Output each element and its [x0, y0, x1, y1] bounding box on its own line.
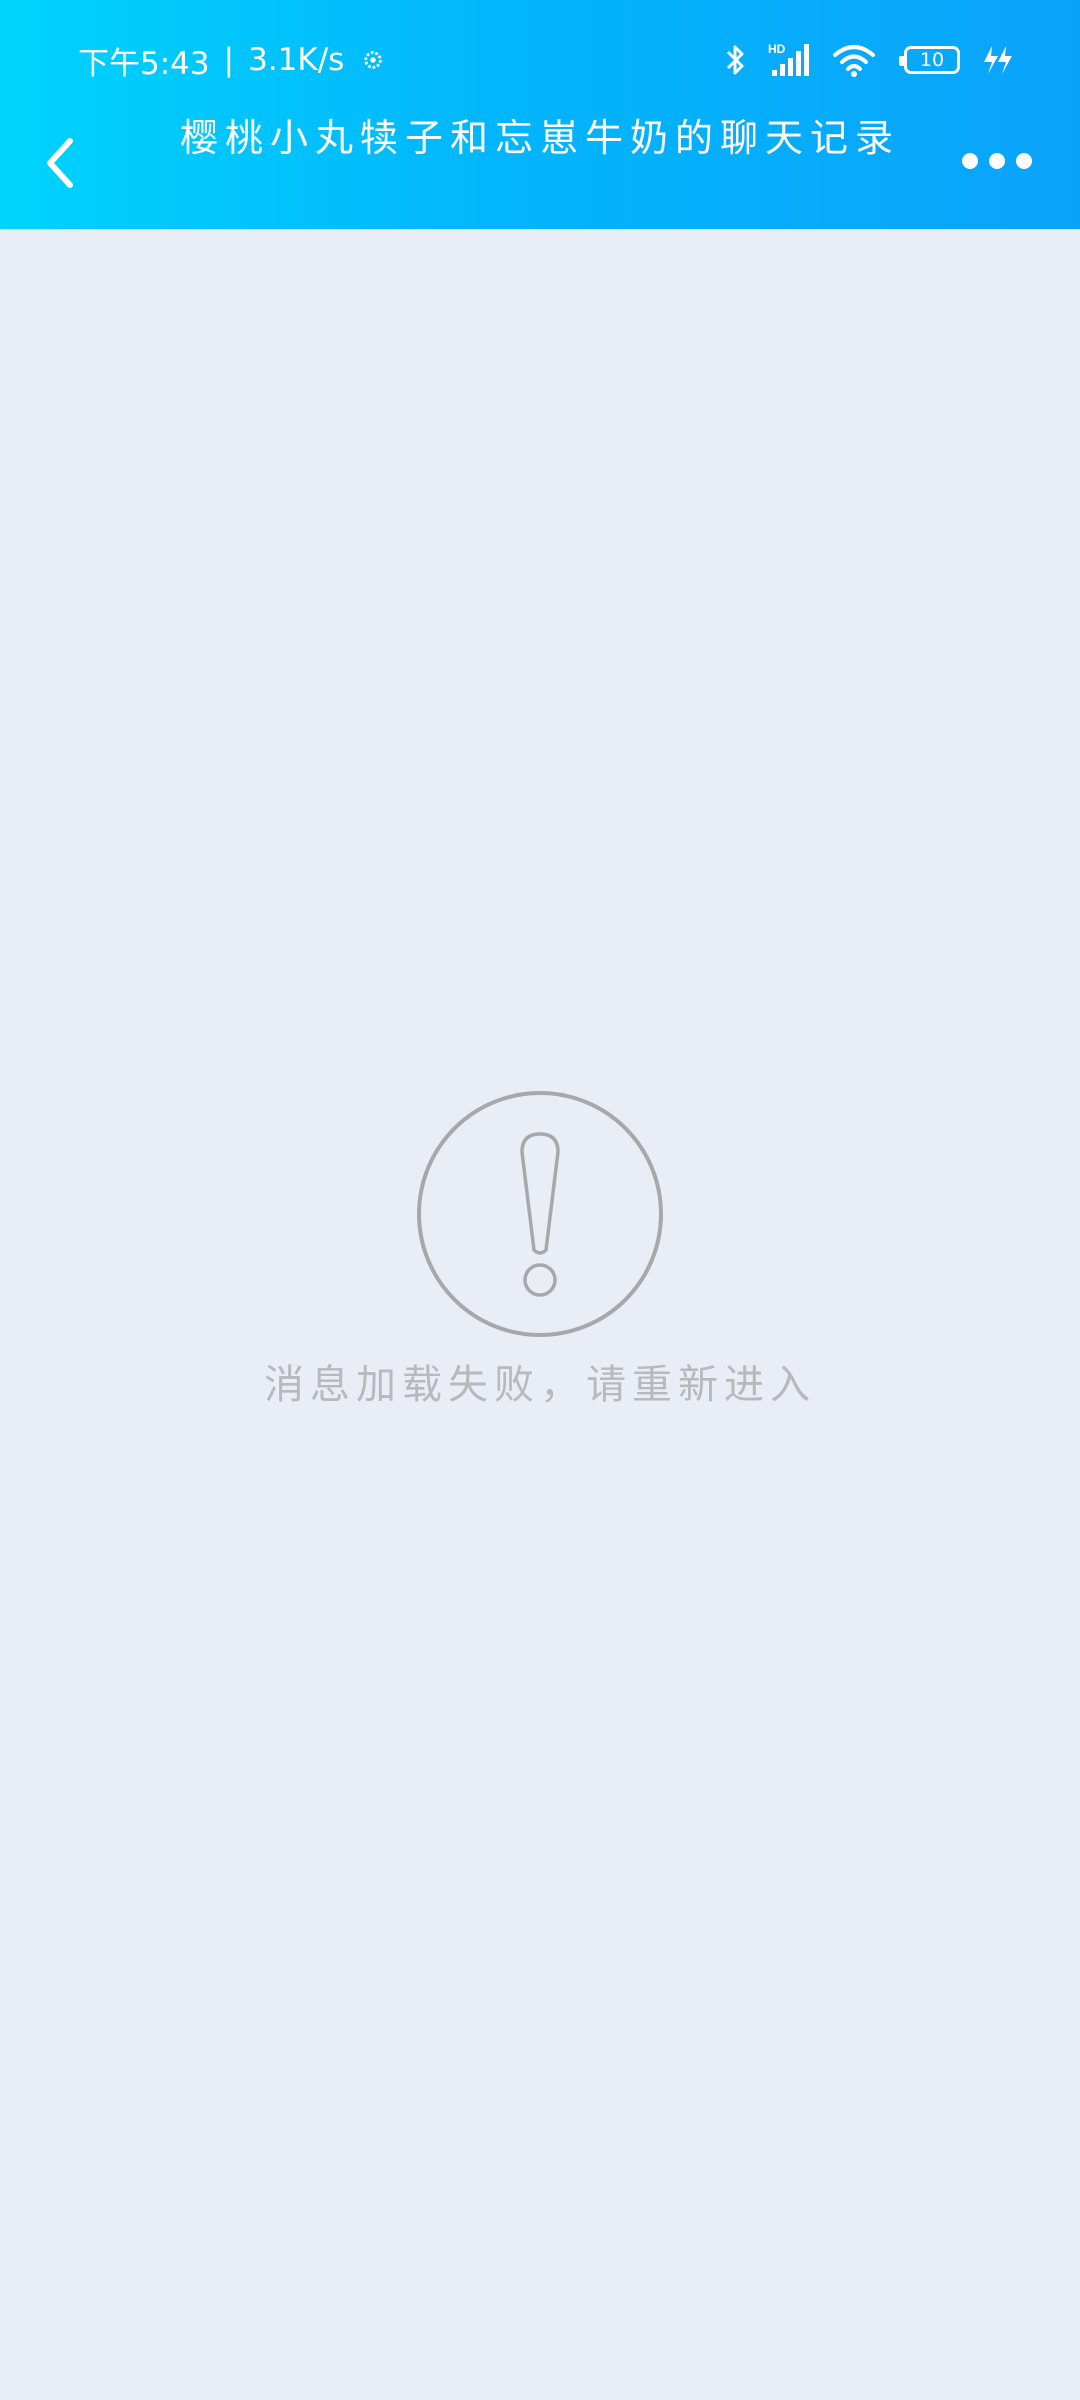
battery-level: 10 — [919, 49, 945, 71]
signal-icon: HD — [768, 42, 809, 76]
more-dots-icon — [1016, 153, 1032, 169]
status-time: 下午5:43 — [78, 45, 210, 82]
wifi-icon — [833, 45, 875, 77]
status-bar: 下午5:43 | 3.1K/s HD 10 — [0, 0, 1080, 118]
battery-icon: 10 — [899, 46, 960, 74]
back-button[interactable] — [34, 123, 84, 203]
load-error-state: 消息加载失败，请重新进入 — [0, 1090, 1080, 1420]
network-speed: 3.1K/s — [248, 42, 345, 78]
status-left: 下午5:43 | 3.1K/s — [78, 34, 384, 86]
page-title: 樱桃小丸犊子和忘崽牛奶的聊天记录 — [179, 118, 900, 158]
status-right: HD 10 — [724, 34, 1014, 86]
more-dots-icon — [989, 153, 1005, 169]
bluetooth-icon — [726, 45, 744, 75]
error-message: 消息加载失败，请重新进入 — [264, 1362, 816, 1408]
app-header: 下午5:43 | 3.1K/s HD 10 樱桃小丸犊子和忘崽牛奶的聊天记录 — [0, 0, 1080, 229]
more-options-button[interactable] — [962, 141, 1032, 181]
chevron-left-icon — [47, 138, 73, 188]
exclamation-circle-icon — [417, 1091, 663, 1337]
status-separator: | — [223, 42, 235, 78]
more-dots-icon — [962, 153, 978, 169]
navigation-bar: 樱桃小丸犊子和忘崽牛奶的聊天记录 — [0, 118, 1080, 229]
charging-icon — [984, 46, 1012, 74]
hd-label: HD — [768, 42, 786, 56]
settings-gear-icon — [364, 51, 383, 69]
